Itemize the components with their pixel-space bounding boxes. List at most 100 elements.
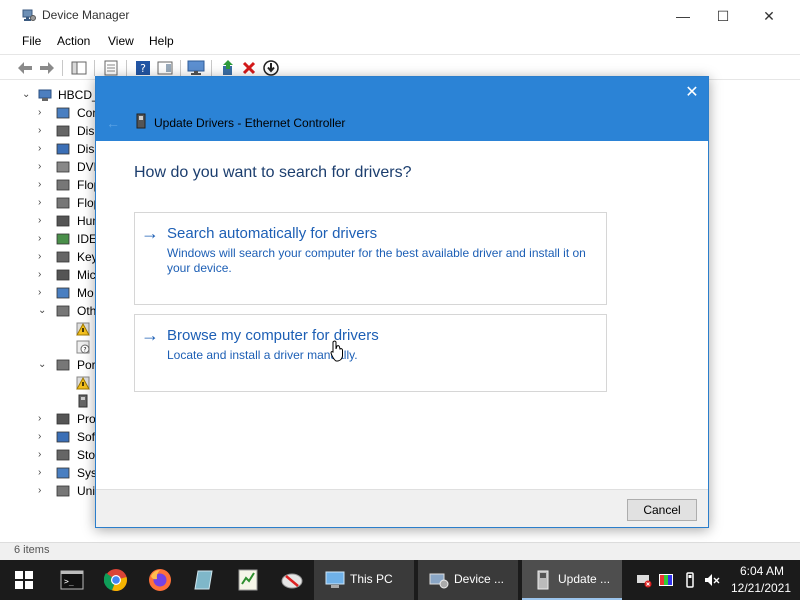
glass-app-icon[interactable]	[192, 568, 216, 592]
tree-item-label: Flop	[77, 196, 96, 210]
tree-item-label: Con	[77, 106, 96, 120]
menu-action[interactable]: Action	[57, 34, 90, 48]
device-category-icon	[56, 161, 70, 173]
color-display-icon[interactable]	[658, 572, 674, 588]
menu-help[interactable]: Help	[149, 34, 174, 48]
tree-item-label: Disp	[77, 142, 96, 156]
notepad-plus-icon[interactable]	[236, 568, 260, 592]
show-hide-console-tree-button[interactable]	[70, 59, 88, 77]
tree-item[interactable]: › Sof	[0, 428, 96, 446]
option-title: Search automatically for drivers	[167, 225, 378, 242]
title-bar: Device Manager — ☐ ✕	[0, 0, 800, 32]
chevron-right-icon	[38, 323, 48, 335]
tree-item[interactable]: › Pro	[0, 410, 96, 428]
clock-time[interactable]: 6:04 AM	[734, 564, 790, 578]
dialog-back-button[interactable]: ←	[106, 115, 120, 131]
tree-item[interactable]: › Mo	[0, 284, 96, 302]
device-category-icon	[56, 449, 70, 461]
tree-item-label: Sys	[77, 466, 96, 480]
tree-item[interactable]: › Sys	[0, 464, 96, 482]
this-pc-icon	[325, 571, 345, 588]
task-label: Device ...	[454, 572, 505, 586]
tree-item-label: Sto	[77, 448, 96, 462]
chevron-down-icon: ⌄	[22, 89, 31, 100]
menu-file[interactable]: File	[22, 34, 41, 48]
command-prompt-icon[interactable]: >_	[60, 568, 84, 592]
option-description: Windows will search your computer for th…	[167, 246, 586, 275]
chevron-right-icon: ›	[38, 143, 42, 154]
browse-computer-option[interactable]: → Browse my computer for drivers Locate …	[134, 314, 607, 392]
dialog-close-button[interactable]: ✕	[682, 83, 702, 103]
task-this-pc[interactable]: This PC	[314, 560, 414, 600]
menu-bar: File Action View Help	[0, 32, 800, 52]
firefox-icon[interactable]	[148, 568, 172, 592]
tree-item[interactable]: › IDE	[0, 230, 96, 248]
task-update-drivers[interactable]: Update ...	[522, 560, 622, 600]
console-tree-icon	[71, 61, 87, 75]
tree-item[interactable]: › Flop	[0, 176, 96, 194]
device-tree: ⌄ HBCD_ › Con › Disk › Disp › DVD › Flop › Flop › Hum…	[0, 82, 96, 542]
search-automatically-option[interactable]: → Search automatically for drivers Windo…	[134, 212, 607, 305]
tree-item[interactable]: › Con	[0, 104, 96, 122]
forward-button[interactable]	[38, 59, 56, 77]
tree-item[interactable]: › Mic	[0, 266, 96, 284]
tree-item-label: IDE	[77, 232, 96, 246]
tree-root[interactable]: ⌄ HBCD_	[0, 86, 96, 104]
unknown-device-icon: ?	[76, 340, 90, 354]
chevron-right-icon: ›	[38, 413, 42, 424]
tree-item[interactable]	[0, 374, 96, 392]
start-button[interactable]	[0, 560, 48, 600]
warning-device-icon	[76, 376, 90, 390]
tree-item[interactable]: › Key	[0, 248, 96, 266]
chevron-right-icon: ›	[38, 107, 42, 118]
help-button[interactable]: ?	[134, 59, 152, 77]
menu-view[interactable]: View	[108, 34, 134, 48]
tree-item[interactable]: ⌄ Por	[0, 356, 96, 374]
uninstall-device-button[interactable]	[240, 59, 258, 77]
tree-item[interactable]: › DVD	[0, 158, 96, 176]
clock-date[interactable]: 12/21/2021	[728, 581, 794, 595]
back-button[interactable]	[16, 59, 34, 77]
usb-drive-icon[interactable]	[682, 572, 698, 588]
tree-item[interactable]: ⌄ Oth	[0, 302, 96, 320]
task-label: This PC	[350, 572, 393, 586]
tree-item-label: Pro	[77, 412, 96, 426]
dialog-heading: How do you want to search for drivers?	[134, 164, 412, 181]
tree-item[interactable]: › Hum	[0, 212, 96, 230]
tree-item[interactable]: › Disk	[0, 122, 96, 140]
close-button[interactable]: ✕	[746, 0, 792, 32]
tree-item[interactable]	[0, 320, 96, 338]
status-text: 6 items	[14, 544, 50, 556]
tree-item[interactable]: › Disp	[0, 140, 96, 158]
view-button[interactable]	[156, 59, 174, 77]
maximize-button[interactable]: ☐	[700, 0, 746, 32]
tree-item[interactable]: › Uni	[0, 482, 96, 500]
tree-item[interactable]	[0, 392, 96, 410]
tree-item[interactable]: › Sto	[0, 446, 96, 464]
disk-tool-icon[interactable]	[280, 568, 304, 592]
window-title: Device Manager	[42, 8, 130, 22]
tree-item-label: Sof	[77, 430, 96, 444]
tree-item[interactable]: › Flop	[0, 194, 96, 212]
status-bar: 6 items	[0, 542, 800, 560]
arrow-right-icon: →	[141, 325, 159, 345]
device-category-icon	[56, 215, 70, 227]
toolbar-separator	[126, 60, 127, 76]
network-error-icon[interactable]	[636, 572, 652, 588]
properties-button[interactable]	[102, 59, 120, 77]
red-x-icon	[242, 61, 256, 75]
tree-item[interactable]: ?	[0, 338, 96, 356]
cancel-button[interactable]: Cancel	[627, 499, 697, 521]
device-category-icon	[56, 305, 70, 317]
volume-muted-icon[interactable]	[704, 572, 720, 588]
scan-hardware-button[interactable]	[187, 59, 205, 77]
chrome-icon[interactable]	[104, 568, 128, 592]
close-icon: ✕	[763, 7, 775, 24]
chevron-right-icon: ›	[38, 179, 42, 190]
toolbar-separator	[180, 60, 181, 76]
task-device-manager[interactable]: Device ...	[418, 560, 518, 600]
enable-device-button[interactable]	[262, 59, 280, 77]
update-driver-button[interactable]	[219, 59, 237, 77]
chevron-right-icon: ›	[38, 197, 42, 208]
back-arrow-icon	[18, 62, 32, 74]
